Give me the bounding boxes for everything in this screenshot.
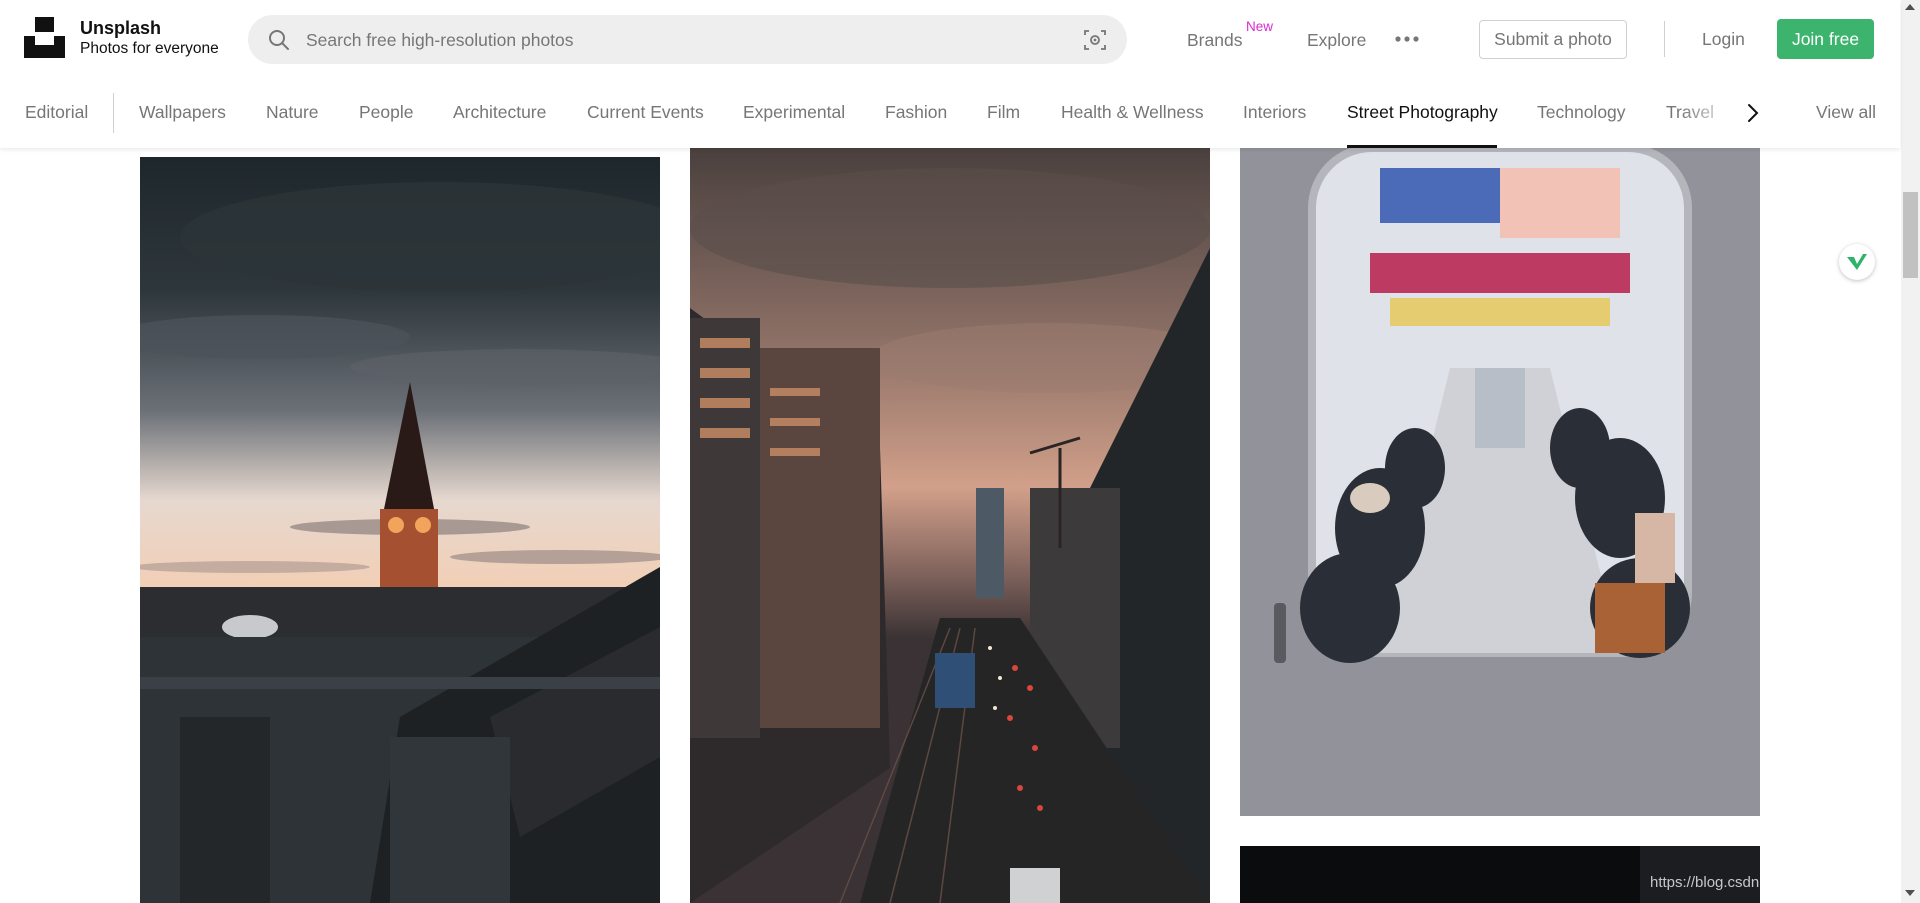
photo-city-street — [690, 148, 1210, 903]
scrollbar-thumb[interactable] — [1903, 192, 1918, 278]
site-header: Unsplash Photos for everyone Brands New … — [0, 0, 1900, 148]
header-divider — [1664, 21, 1665, 57]
new-badge: New — [1246, 19, 1274, 34]
topic-wallpapers[interactable]: Wallpapers — [139, 102, 226, 123]
topic-architecture[interactable]: Architecture — [453, 102, 546, 123]
watermark-text: https://blog.csdn.net/lis1332293623 — [1650, 874, 1887, 891]
join-free-button[interactable]: Join free — [1777, 19, 1874, 59]
visual-search-icon[interactable] — [1083, 28, 1107, 52]
scroll-down-icon[interactable] — [1905, 890, 1915, 896]
floating-extension-badge[interactable] — [1839, 244, 1875, 280]
photo-card-church-sunset[interactable] — [140, 157, 660, 903]
photo-card-subway[interactable] — [1240, 148, 1760, 816]
unsplash-logo-icon[interactable] — [24, 17, 65, 58]
topic-fashion[interactable]: Fashion — [885, 102, 947, 123]
topic-health-wellness[interactable]: Health & Wellness — [1061, 102, 1204, 123]
chevron-right-icon[interactable] — [1745, 103, 1761, 123]
topic-editorial[interactable]: Editorial — [25, 102, 88, 123]
topic-people[interactable]: People — [359, 102, 414, 123]
search-icon[interactable] — [268, 29, 290, 51]
photo-church-sunset — [140, 157, 660, 903]
search-input[interactable] — [304, 15, 1068, 66]
photo-subway — [1240, 148, 1760, 816]
scroll-up-icon[interactable] — [1905, 4, 1915, 10]
topic-current-events[interactable]: Current Events — [587, 102, 704, 123]
brand-title[interactable]: Unsplash — [80, 18, 161, 39]
topic-technology[interactable]: Technology — [1537, 102, 1626, 123]
topic-experimental[interactable]: Experimental — [743, 102, 845, 123]
topic-film[interactable]: Film — [987, 102, 1020, 123]
topics-fade — [1680, 90, 1750, 140]
nav-brands-link[interactable]: Brands — [1187, 30, 1242, 51]
brand-tagline: Photos for everyone — [80, 40, 219, 57]
nav-explore-link[interactable]: Explore — [1307, 30, 1366, 51]
more-options-icon[interactable] — [1394, 30, 1420, 48]
checkmark-logo-icon — [1847, 254, 1867, 270]
login-link[interactable]: Login — [1702, 29, 1745, 50]
topics-divider — [113, 93, 114, 133]
scrollbar-track[interactable] — [1901, 0, 1920, 903]
view-all-link[interactable]: View all — [1812, 102, 1876, 123]
active-topic-indicator — [1347, 145, 1497, 148]
topic-interiors[interactable]: Interiors — [1243, 102, 1306, 123]
search-bar[interactable] — [248, 15, 1127, 66]
topic-nature[interactable]: Nature — [266, 102, 319, 123]
photo-card-city-street[interactable] — [690, 148, 1210, 903]
submit-photo-button[interactable]: Submit a photo — [1479, 20, 1627, 59]
topic-street-photography[interactable]: Street Photography — [1347, 102, 1498, 123]
